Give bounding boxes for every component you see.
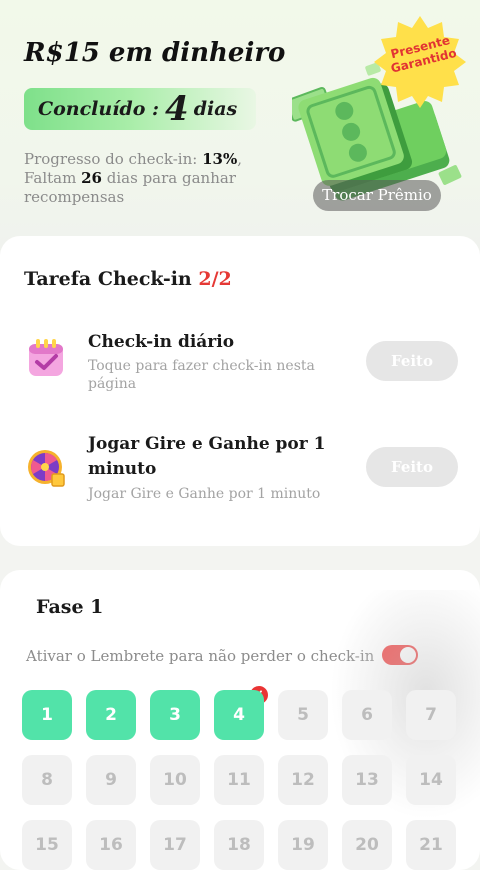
day-16[interactable]: 16 (86, 820, 136, 870)
day-20[interactable]: 20 (342, 820, 392, 870)
day-4[interactable]: 4 (214, 690, 264, 740)
completed-days-unit: dias (193, 98, 238, 120)
completed-days-count: 4 (165, 89, 189, 129)
day-21[interactable]: 21 (406, 820, 456, 870)
progress-suffix: , (237, 150, 242, 168)
day-5[interactable]: 5 (278, 690, 328, 740)
day-19[interactable]: 19 (278, 820, 328, 870)
task-name-spin-wheel: Jogar Gire e Ganhe por 1 minuto (88, 434, 326, 479)
day-11[interactable]: 11 (214, 755, 264, 805)
spin-wheel-done-button[interactable]: Feito (366, 447, 458, 487)
day-12[interactable]: 12 (278, 755, 328, 805)
daily-checkin-done-button[interactable]: Feito (366, 341, 458, 381)
day-15[interactable]: 15 (22, 820, 72, 870)
reminder-label: Ativar o Lembrete para não perder o chec… (26, 647, 375, 665)
progress-percent: 13% (202, 150, 238, 168)
day-9[interactable]: 9 (86, 755, 136, 805)
day-3[interactable]: 3 (150, 690, 200, 740)
day-8[interactable]: 8 (22, 755, 72, 805)
progress-text: Progresso do check-in: 13%, Faltam 26 di… (24, 150, 284, 207)
checkin-tasks-label: Tarefa Check-in (24, 268, 192, 290)
day-6[interactable]: 6 (342, 690, 392, 740)
toggle-knob (400, 647, 416, 663)
calendar-icon (29, 339, 63, 376)
task-name-daily-checkin: Check-in diário (88, 332, 235, 352)
day-7[interactable]: 7 (406, 690, 456, 740)
day-10[interactable]: 10 (150, 755, 200, 805)
remaining-days: 26 (81, 169, 102, 187)
swap-prize-button[interactable]: Trocar Prêmio (313, 180, 441, 211)
day-18[interactable]: 18 (214, 820, 264, 870)
completed-label: Concluído : (38, 98, 160, 120)
prize-wheel-icon (28, 450, 65, 487)
day-13[interactable]: 13 (342, 755, 392, 805)
day-17[interactable]: 17 (150, 820, 200, 870)
day-14[interactable]: 14 (406, 755, 456, 805)
reminder-toggle[interactable] (382, 645, 418, 665)
checkin-tasks-count: 2/2 (198, 268, 232, 290)
reward-title: R$15 em dinheiro (24, 38, 286, 68)
progress-label: Progresso do check-in: (24, 150, 198, 168)
day-2[interactable]: 2 (86, 690, 136, 740)
task-desc-spin-wheel: Jogar Gire e Ganhe por 1 minuto (88, 486, 321, 502)
completed-days-pill: Concluído : 4 dias (24, 88, 256, 130)
day-1[interactable]: 1 (22, 690, 72, 740)
task-desc-daily-checkin: Toque para fazer check-in nesta página (88, 358, 315, 392)
phase-title: Fase 1 (36, 596, 104, 618)
remaining-label: Faltam (24, 169, 77, 187)
checkin-tasks-title: Tarefa Check-in 2/2 (24, 268, 232, 290)
